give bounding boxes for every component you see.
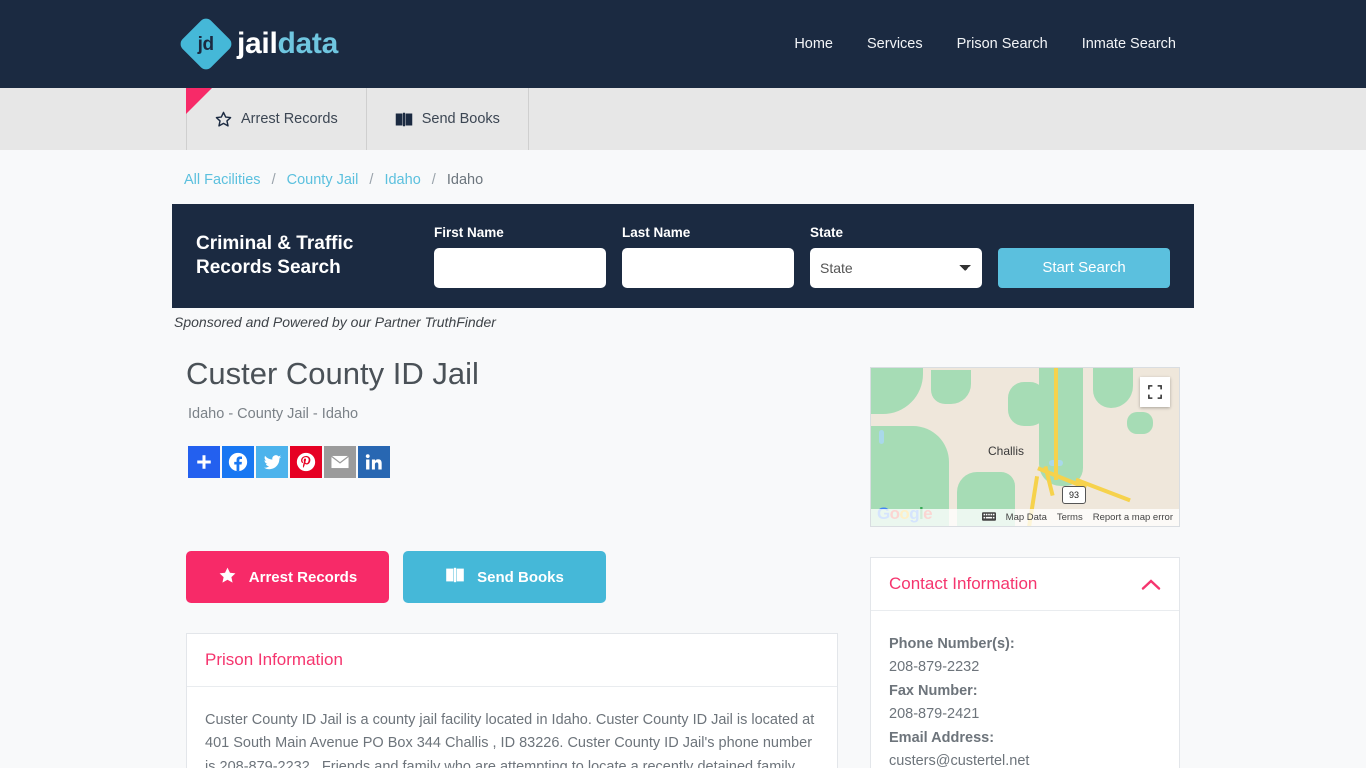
phone-number-label: Phone Number(s): <box>889 636 1015 652</box>
brand-word-data: data <box>277 27 339 60</box>
records-search-title: Criminal & Traffic Records Search <box>196 233 354 278</box>
map-fullscreen-button[interactable] <box>1140 377 1170 407</box>
star-icon <box>218 566 237 589</box>
subnav-label-send-books: Send Books <box>421 111 500 127</box>
prison-information-text: Custer County ID Jail is a county jail f… <box>205 712 815 768</box>
subnav-item-send-books[interactable]: Send Books <box>367 88 529 150</box>
email-address-label: Email Address: <box>889 729 995 746</box>
contact-information-card: Contact Information Phone Number(s): 208… <box>870 557 1180 768</box>
site-header: jd jaildata Home Services Prison Search … <box>0 0 1366 88</box>
map-place-label: Challis <box>988 444 1025 458</box>
brand-word-jail: jail <box>237 27 278 60</box>
map-keyboard-icon[interactable] <box>981 511 996 524</box>
state-select[interactable]: State <box>810 247 982 288</box>
map-water-shape <box>879 430 884 444</box>
send-books-button[interactable]: Send Books <box>403 551 606 603</box>
map-terms-link[interactable]: Terms <box>1057 512 1083 523</box>
share-pinterest-icon[interactable] <box>290 446 322 478</box>
sub-navigation-bar: Arrest Records Send Books <box>0 88 1366 150</box>
logo-initials: jd <box>198 33 214 55</box>
page-title: Custer County ID Jail <box>186 356 479 391</box>
map-report-error-link[interactable]: Report a map error <box>1093 512 1173 523</box>
breadcrumb-item-current: Idaho <box>446 172 484 188</box>
send-books-button-label: Send Books <box>477 568 564 586</box>
breadcrumb-item-county-jail[interactable]: County Jail <box>287 172 359 188</box>
contact-information-header[interactable]: Contact Information <box>871 558 1179 611</box>
state-label: State <box>810 224 844 240</box>
first-name-input[interactable] <box>434 247 606 288</box>
share-twitter-icon[interactable] <box>256 446 288 478</box>
share-linkedin-icon[interactable] <box>358 446 390 478</box>
breadcrumb-item-idaho[interactable]: Idaho <box>384 172 420 188</box>
nav-item-services[interactable]: Services <box>867 36 923 52</box>
right-column: Challis 93 Google Map Data Terms Report … <box>870 342 1180 768</box>
share-email-icon[interactable] <box>324 446 356 478</box>
map-road-line <box>1054 368 1058 480</box>
site-logo[interactable]: jd jaildata <box>177 15 338 73</box>
last-name-label: Last Name <box>622 224 691 240</box>
start-search-button[interactable]: Start Search <box>998 247 1170 288</box>
chevron-up-icon[interactable] <box>1141 578 1161 591</box>
arrest-records-button-label: Arrest Records <box>248 568 358 586</box>
map-terrain-shape <box>1093 368 1133 408</box>
logo-diamond-icon: jd <box>177 15 235 73</box>
location-map[interactable]: Challis 93 Google Map Data Terms Report … <box>870 367 1180 527</box>
nav-item-prison-search[interactable]: Prison Search <box>957 36 1048 52</box>
prison-information-heading: Prison Information <box>205 650 343 669</box>
breadcrumb-separator: / <box>271 172 276 188</box>
prison-information-card: Prison Information Custer County ID Jail… <box>186 633 838 768</box>
first-name-label: First Name <box>434 224 504 240</box>
prison-information-header: Prison Information <box>187 634 837 687</box>
first-name-group: First Name <box>434 225 606 288</box>
brand-wordmark: jaildata <box>237 27 338 61</box>
subnav-item-arrest-records[interactable]: Arrest Records <box>186 88 367 150</box>
facility-subtitle: Idaho - County Jail - Idaho <box>188 406 359 422</box>
prison-information-body: Custer County ID Jail is a county jail f… <box>187 687 837 768</box>
contact-information-body: Phone Number(s): 208-879-2232 Fax Number… <box>871 611 1179 768</box>
subnav-label-arrest-records: Arrest Records <box>241 111 338 127</box>
last-name-group: Last Name <box>622 225 794 288</box>
fax-number-label: Fax Number: <box>889 682 978 699</box>
last-name-input[interactable] <box>622 247 794 288</box>
phone-number-value: 208-879-2232 <box>889 659 980 676</box>
book-icon <box>445 567 465 587</box>
breadcrumb: All Facilities / County Jail / Idaho / I… <box>172 150 1194 204</box>
star-icon <box>215 111 232 128</box>
breadcrumb-item-all-facilities[interactable]: All Facilities <box>184 172 261 188</box>
nav-item-home[interactable]: Home <box>794 36 833 52</box>
content-columns: Custer County ID Jail Idaho - County Jai… <box>172 330 1194 768</box>
email-address-value: custers@custertel.net <box>889 753 1030 768</box>
state-group: State State <box>810 225 982 288</box>
map-data-link[interactable]: Map Data <box>1006 512 1047 523</box>
map-terrain-shape <box>871 368 923 414</box>
fax-number-value: 208-879-2421 <box>889 706 980 723</box>
breadcrumb-separator: / <box>431 172 436 188</box>
page-wrapper: All Facilities / County Jail / Idaho / I… <box>172 150 1194 768</box>
records-search-band: Criminal & Traffic Records Search First … <box>172 204 1194 308</box>
map-terrain-shape <box>1127 412 1153 434</box>
sponsor-note: Sponsored and Powered by our Partner Tru… <box>174 314 496 330</box>
book-icon <box>395 112 413 127</box>
nav-item-inmate-search[interactable]: Inmate Search <box>1082 36 1176 52</box>
arrest-records-button[interactable]: Arrest Records <box>186 551 389 603</box>
left-column: Custer County ID Jail Idaho - County Jai… <box>172 342 838 768</box>
breadcrumb-separator: / <box>369 172 374 188</box>
map-terrain-shape <box>931 370 971 404</box>
facility-action-buttons: Arrest Records Send Books <box>186 551 838 603</box>
records-search-fields: First Name Last Name State State Start S… <box>434 225 1170 288</box>
share-facebook-icon[interactable] <box>222 446 254 478</box>
highway-shield-icon: 93 <box>1062 486 1086 504</box>
main-navigation: Home Services Prison Search Inmate Searc… <box>794 36 1176 52</box>
contact-information-heading: Contact Information <box>889 574 1038 593</box>
social-share-row <box>188 446 838 478</box>
map-attribution-footer: Map Data Terms Report a map error <box>871 509 1179 526</box>
share-addthis-icon[interactable] <box>188 446 220 478</box>
